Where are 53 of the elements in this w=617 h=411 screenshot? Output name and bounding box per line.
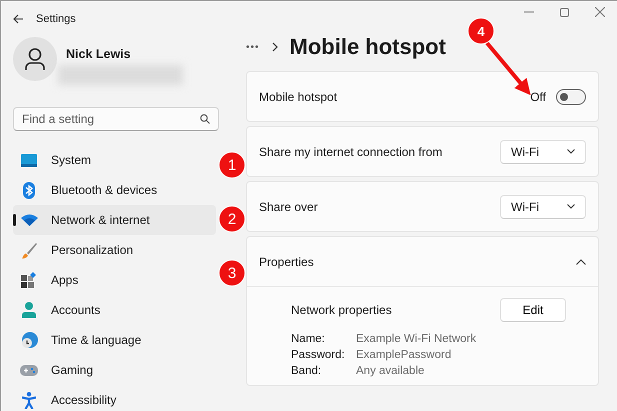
sidebar-item[interactable]: Time & language [13, 325, 216, 355]
avatar [13, 37, 57, 81]
back-icon[interactable] [13, 14, 24, 24]
dropdown[interactable]: Wi-Fi [500, 194, 586, 218]
field-value: Example Wi-Fi Network [356, 333, 478, 345]
section-label: Network properties [291, 303, 392, 317]
setting-label: Share over [259, 200, 318, 214]
callout-badge: 2 [218, 206, 246, 232]
toggle-switch[interactable] [556, 88, 586, 104]
chevron-down-icon [567, 149, 575, 154]
sidebar-item[interactable]: Apps [13, 265, 216, 295]
setting-label: Mobile hotspot [259, 90, 338, 104]
brush-icon [21, 242, 37, 258]
callout-badge: 4 [468, 18, 494, 44]
search-field[interactable]: Find a setting [13, 107, 219, 131]
person-icon [22, 302, 36, 318]
globe-clock-icon [20, 332, 38, 348]
field-name: Name: [291, 333, 326, 345]
callout-badge: 1 [218, 152, 246, 178]
toggle-state: Off [530, 90, 546, 104]
window-title: Settings [36, 13, 76, 25]
accessibility-icon [22, 392, 36, 408]
sidebar-item[interactable]: Accessibility [13, 385, 216, 411]
setting-label: Share my internet connection from [259, 144, 442, 158]
sidebar-item[interactable]: Gaming [13, 355, 216, 385]
field-name: Password: [291, 349, 346, 361]
dropdown[interactable]: Wi-Fi [500, 140, 586, 164]
collapse-button[interactable] [576, 258, 586, 264]
chevron-right-icon [272, 42, 278, 52]
callout-badge: 3 [218, 260, 246, 286]
sidebar-item[interactable]: Bluetooth & devices [13, 175, 216, 205]
sidebar-item[interactable]: Personalization [13, 235, 216, 265]
monitor-icon [21, 154, 37, 166]
setting-label: Properties [259, 254, 314, 268]
gamepad-icon [20, 364, 38, 376]
search-icon [200, 114, 210, 124]
edit-button[interactable]: Edit [500, 298, 566, 322]
field-value: ExamplePassword [356, 349, 452, 361]
bluetooth-icon [23, 182, 35, 198]
close-icon[interactable] [595, 7, 605, 17]
field-name: Band: [291, 365, 322, 377]
wifi-icon [20, 214, 38, 226]
apps-icon [21, 272, 37, 288]
sidebar-item[interactable]: System [13, 145, 216, 175]
sidebar-item[interactable]: Network & internet [13, 205, 216, 235]
chevron-down-icon [567, 204, 575, 209]
maximize-icon[interactable] [560, 8, 569, 16]
callout-arrow [485, 42, 531, 96]
user-name: Nick Lewis [66, 47, 132, 61]
more-button[interactable]: ••• [246, 42, 260, 52]
page-title: Mobile hotspot [290, 34, 446, 60]
sidebar-item[interactable]: Accounts [13, 295, 216, 325]
field-value: Any available [356, 365, 426, 377]
